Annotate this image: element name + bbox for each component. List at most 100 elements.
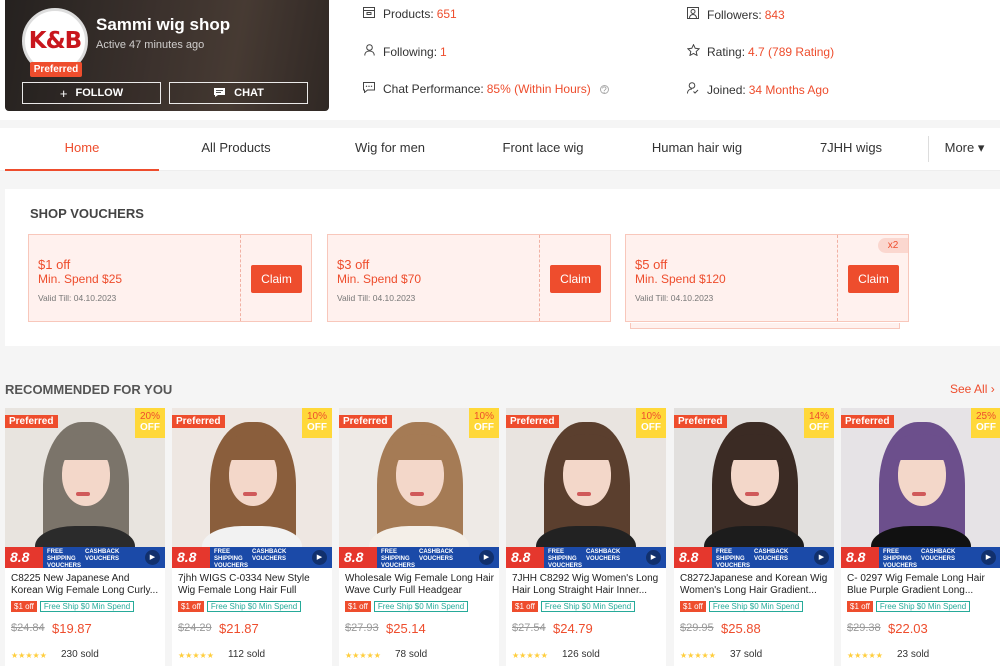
campaign-banner: 8.8 FREE SHIPPING VOUCHERS CASHBACK VOUC… <box>5 547 165 569</box>
voucher-amount: $5 off <box>635 257 668 272</box>
free-ship-tag: Free Ship $0 Min Spend <box>875 601 971 612</box>
shop-header: K&B Preferred Sammi wig shop Active 47 m… <box>0 0 1000 120</box>
campaign-label: 8.8 <box>344 549 364 565</box>
following-value[interactable]: 1 <box>440 45 447 59</box>
free-ship-tag: Free Ship $0 Min Spend <box>708 601 804 612</box>
cashback-label: CASHBACK VOUCHERS <box>252 549 287 562</box>
discount-badge: 10% OFF <box>469 408 499 438</box>
claim-button[interactable]: Claim <box>848 265 899 293</box>
voucher-validity: Valid Till: 04.10.2023 <box>38 293 117 303</box>
voucher-card: $1 off Min. Spend $25 Valid Till: 04.10.… <box>28 234 312 322</box>
chat-icon <box>213 86 226 101</box>
followers-icon <box>686 7 700 22</box>
chat-bubble-icon <box>362 82 376 96</box>
tab-home[interactable]: Home <box>5 128 159 171</box>
original-price: $27.54 <box>512 622 546 634</box>
campaign-banner: 8.8 FREE SHIPPING VOUCHERS CASHBACK VOUC… <box>172 547 332 569</box>
voucher-card: $3 off Min. Spend $70 Valid Till: 04.10.… <box>327 234 611 322</box>
preferred-badge: Preferred <box>506 415 560 428</box>
free-shipping-label: FREE SHIPPING VOUCHERS <box>548 549 583 569</box>
shop-nav: Home All Products Wig for men Front lace… <box>0 128 1000 171</box>
product-card[interactable]: Preferred 10% OFF 8.8 FREE SHIPPING VOUC… <box>506 408 666 666</box>
stat-products: Products: 651 <box>362 7 457 21</box>
claim-button[interactable]: Claim <box>251 265 302 293</box>
product-card[interactable]: Preferred 10% OFF 8.8 FREE SHIPPING VOUC… <box>339 408 499 666</box>
joined-label: Joined: <box>707 82 746 97</box>
rating-label: Rating: <box>707 44 746 59</box>
original-price: $24.29 <box>178 622 212 634</box>
follow-button[interactable]: + FOLLOW <box>22 82 161 104</box>
joined-value: 34 Months Ago <box>748 82 829 97</box>
tab-human-hair-wig[interactable]: Human hair wig <box>620 128 774 171</box>
see-all-link[interactable]: See All › <box>950 382 995 396</box>
claim-button[interactable]: Claim <box>550 265 601 293</box>
campaign-label: 8.8 <box>846 549 866 565</box>
discount-tag: $1 off <box>11 601 37 612</box>
voucher-card: $5 off Min. Spend $120 Valid Till: 04.10… <box>625 234 909 329</box>
play-icon[interactable]: ▶ <box>145 550 160 565</box>
chat-button[interactable]: CHAT <box>169 82 308 104</box>
product-card[interactable]: Preferred 10% OFF 8.8 FREE SHIPPING VOUC… <box>172 408 332 666</box>
person-icon <box>362 44 376 59</box>
discount-badge: 20% OFF <box>135 408 165 438</box>
campaign-label: 8.8 <box>177 549 197 565</box>
product-name[interactable]: C8272Japanese and Korean Wig Women's Lon… <box>680 573 830 597</box>
product-name[interactable]: C8225 New Japanese And Korean Wig Female… <box>11 573 161 597</box>
sale-price: $25.88 <box>721 621 761 636</box>
sale-price: $24.79 <box>553 621 593 636</box>
voucher-multiplier-badge: x2 <box>878 238 908 253</box>
product-card[interactable]: Preferred 25% OFF 8.8 FREE SHIPPING VOUC… <box>841 408 1000 666</box>
tab-all-products[interactable]: All Products <box>159 128 313 171</box>
shop-active-status: Active 47 minutes ago <box>96 39 205 51</box>
discount-badge: 10% OFF <box>302 408 332 438</box>
campaign-label: 8.8 <box>10 549 30 565</box>
discount-badge: 14% OFF <box>804 408 834 438</box>
product-name[interactable]: 7jhh WIGS C-0334 New Style Wig Female Lo… <box>178 573 328 597</box>
product-name[interactable]: C- 0297 Wig Female Long Hair Blue Purple… <box>847 573 997 597</box>
product-card[interactable]: Preferred 20% OFF 8.8 FREE SHIPPING VOUC… <box>5 408 165 666</box>
info-icon[interactable]: ? <box>599 84 609 94</box>
discount-tag: $1 off <box>680 601 706 612</box>
product-name[interactable]: 7JHH C8292 Wig Women's Long Hair Long St… <box>512 573 662 597</box>
cashback-label: CASHBACK VOUCHERS <box>586 549 621 562</box>
section-title: SHOP VOUCHERS <box>30 206 144 221</box>
rating-value: 4.7 (789 Rating) <box>748 44 835 59</box>
campaign-label: 8.8 <box>679 549 699 565</box>
free-ship-tag: Free Ship $0 Min Spend <box>540 601 636 612</box>
tab-front-lace-wig[interactable]: Front lace wig <box>466 128 620 171</box>
store-icon <box>362 7 376 21</box>
discount-tag: $1 off <box>847 601 873 612</box>
star-icon <box>686 43 700 59</box>
follow-label: FOLLOW <box>75 87 124 99</box>
preferred-badge: Preferred <box>841 415 895 428</box>
tab-more[interactable]: More ▾ <box>928 136 1000 162</box>
product-name[interactable]: Wholesale Wig Female Long Hair Wave Curl… <box>345 573 495 597</box>
cashback-label: CASHBACK VOUCHERS <box>921 549 956 562</box>
play-icon[interactable]: ▶ <box>981 550 996 565</box>
play-icon[interactable]: ▶ <box>814 550 829 565</box>
play-icon[interactable]: ▶ <box>312 550 327 565</box>
product-tags: $1 off Free Ship $0 Min Spend <box>512 601 636 612</box>
sold-count: 112 sold <box>228 649 266 660</box>
tab-wig-for-men[interactable]: Wig for men <box>313 128 467 171</box>
shop-name: Sammi wig shop <box>96 15 231 34</box>
product-card[interactable]: Preferred 14% OFF 8.8 FREE SHIPPING VOUC… <box>674 408 834 666</box>
discount-badge: 25% OFF <box>971 408 1000 438</box>
original-price: $29.95 <box>680 622 714 634</box>
products-value: 651 <box>436 7 457 21</box>
shop-vouchers-section: SHOP VOUCHERS $1 off Min. Spend $25 Vali… <box>5 189 1000 346</box>
play-icon[interactable]: ▶ <box>646 550 661 565</box>
sold-count: 37 sold <box>730 649 763 660</box>
discount-badge: 10% OFF <box>636 408 666 438</box>
product-tags: $1 off Free Ship $0 Min Spend <box>847 601 971 612</box>
play-icon[interactable]: ▶ <box>479 550 494 565</box>
voucher-min-spend: Min. Spend $25 <box>38 272 123 286</box>
voucher-validity: Valid Till: 04.10.2023 <box>337 293 416 303</box>
preferred-badge: Preferred <box>339 415 393 428</box>
product-tags: $1 off Free Ship $0 Min Spend <box>178 601 302 612</box>
tab-7jhh-wigs[interactable]: 7JHH wigs <box>774 128 928 171</box>
sale-price: $22.03 <box>888 621 928 636</box>
free-shipping-label: FREE SHIPPING VOUCHERS <box>47 549 82 569</box>
preferred-badge: Preferred <box>5 415 59 428</box>
free-shipping-label: FREE SHIPPING VOUCHERS <box>381 549 416 569</box>
